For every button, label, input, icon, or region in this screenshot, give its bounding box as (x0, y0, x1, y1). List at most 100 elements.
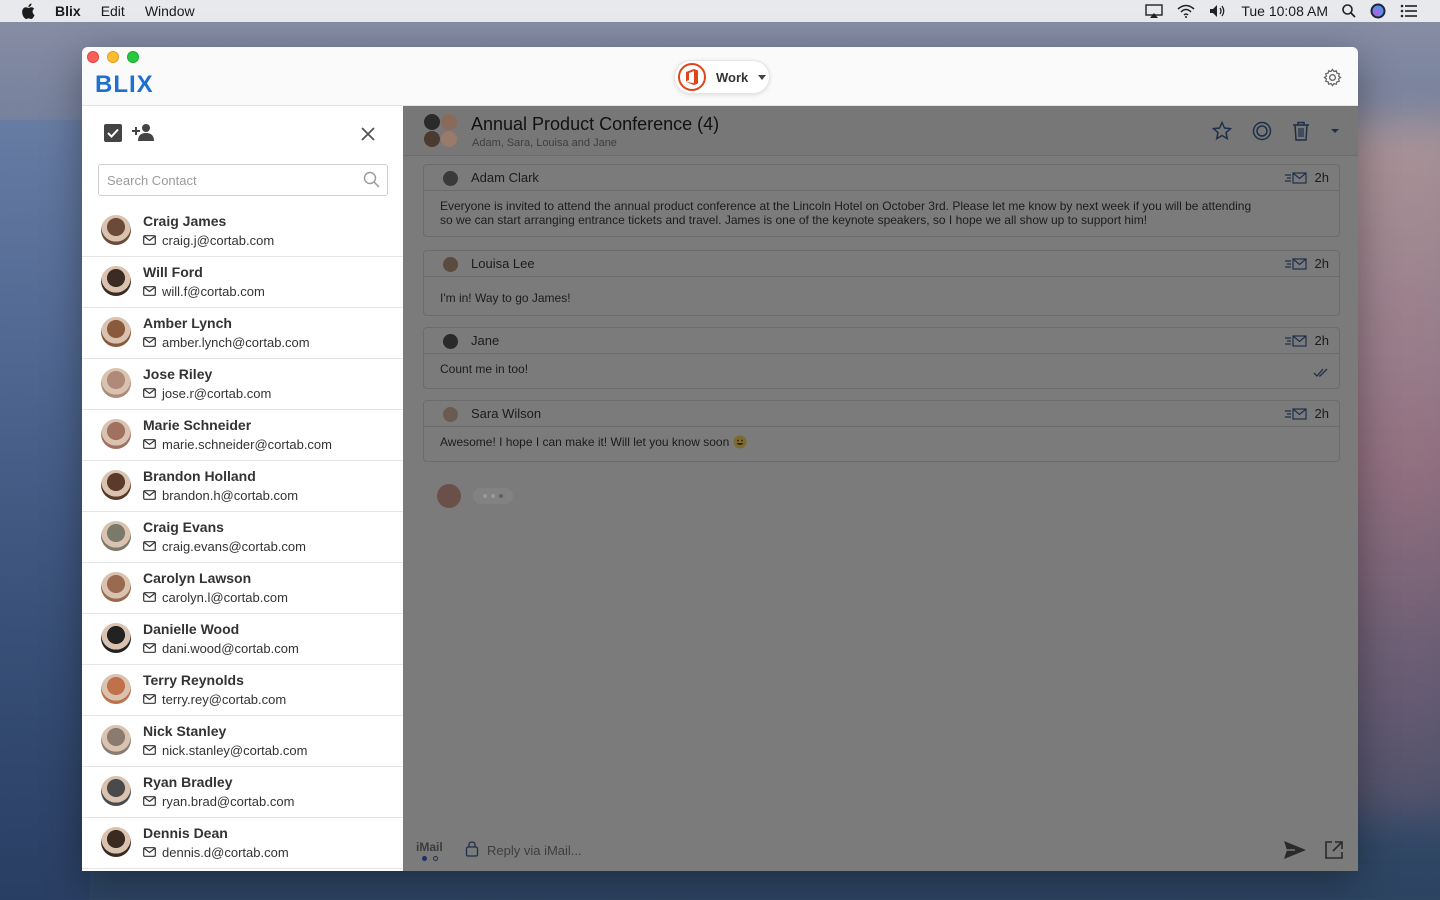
avatar (443, 171, 458, 186)
group-avatar (424, 114, 458, 148)
mail-icon (143, 490, 156, 500)
clock[interactable]: Tue 10:08 AM (1241, 3, 1328, 19)
message-card[interactable]: Louisa Lee 2h I'm in! Way to go James! (423, 250, 1340, 316)
close-window-button[interactable] (87, 51, 99, 63)
message-body: Awesome! I hope I can make it! Will let … (424, 427, 1339, 459)
message-card[interactable]: Jane 2h Count me in too! (423, 327, 1340, 389)
channel-pager (422, 856, 438, 861)
contact-email: dennis.d@cortab.com (162, 845, 289, 860)
notification-center-icon[interactable] (1400, 4, 1418, 18)
mail-icon (143, 439, 156, 449)
menu-window[interactable]: Window (145, 3, 195, 19)
message-time: 2h (1314, 170, 1329, 185)
volume-icon[interactable] (1209, 4, 1227, 18)
message-sender: Adam Clark (471, 170, 539, 185)
menu-bar: Blix Edit Window Tue 10:08 AM (0, 0, 1440, 22)
reply-channel-label[interactable]: iMail (416, 840, 443, 854)
wifi-icon[interactable] (1177, 4, 1195, 18)
contact-list-item[interactable]: Terry Reynolds terry.rey@cortab.com (82, 665, 403, 716)
contact-list-item[interactable]: Dennis Dean dennis.d@cortab.com (82, 818, 403, 869)
contact-name: Dennis Dean (143, 825, 228, 841)
app-logo: BLIX (95, 71, 154, 98)
thread-header: Annual Product Conference (4) Adam, Sara… (403, 106, 1358, 156)
reply-input[interactable] (487, 839, 1187, 861)
avatar (101, 317, 131, 347)
contact-list-item[interactable]: Carolyn Lawson carolyn.l@cortab.com (82, 563, 403, 614)
contact-name: Craig James (143, 213, 227, 229)
contact-list-item[interactable]: Brandon Holland brandon.h@cortab.com (82, 461, 403, 512)
contact-search (98, 164, 388, 196)
grinning-emoji-icon (733, 435, 747, 449)
star-icon[interactable] (1212, 121, 1232, 141)
sent-mail-icon (1284, 171, 1307, 184)
message-time: 2h (1314, 406, 1329, 421)
conversation-pane: Annual Product Conference (4) Adam, Sara… (403, 106, 1358, 871)
contact-list-item[interactable]: Danielle Wood dani.wood@cortab.com (82, 614, 403, 665)
contact-list-item[interactable]: Amber Lynch amber.lynch@cortab.com (82, 308, 403, 359)
zoom-window-button[interactable] (127, 51, 139, 63)
apple-icon[interactable] (21, 3, 35, 19)
contact-name: Ryan Bradley (143, 774, 233, 790)
message-card[interactable]: Adam Clark 2h Everyone is invited to att… (423, 164, 1340, 237)
search-icon[interactable] (363, 171, 381, 189)
thread-actions (1212, 121, 1340, 141)
thread-participants: Adam, Sara, Louisa and Jane (472, 137, 617, 149)
avatar (101, 419, 131, 449)
contact-name: Danielle Wood (143, 621, 240, 637)
contact-list-item[interactable]: Jose Riley jose.r@cortab.com (82, 359, 403, 410)
message-text: Count me in too! (440, 362, 529, 376)
avatar (437, 484, 461, 508)
trash-icon[interactable] (1292, 121, 1310, 141)
mail-icon (143, 745, 156, 755)
send-icon[interactable] (1283, 840, 1307, 860)
close-icon[interactable] (361, 127, 375, 141)
avatar (101, 725, 131, 755)
contact-list-item[interactable]: Nick Stanley nick.stanley@cortab.com (82, 716, 403, 767)
gear-icon[interactable] (1323, 68, 1342, 87)
message-body: I'm in! Way to go James! (424, 277, 1339, 315)
contact-list-item[interactable]: Ryan Bradley ryan.brad@cortab.com (82, 767, 403, 818)
mail-icon (143, 643, 156, 653)
add-contact-icon[interactable] (132, 123, 156, 141)
message-meta: 2h (1284, 333, 1329, 348)
message-time: 2h (1314, 333, 1329, 348)
expand-compose-icon[interactable] (1324, 840, 1344, 860)
account-switcher[interactable]: Work (674, 60, 770, 94)
contact-email: craig.evans@cortab.com (162, 539, 306, 554)
reply-bar: iMail (403, 831, 1358, 871)
mark-done-icon[interactable] (1252, 121, 1272, 141)
minimize-window-button[interactable] (107, 51, 119, 63)
contact-name: Jose Riley (143, 366, 213, 382)
account-label: Work (716, 69, 749, 85)
contact-email: terry.rey@cortab.com (162, 692, 287, 707)
message-text: I'm in! Way to go James! (440, 291, 571, 305)
contact-list-item[interactable]: Will Ford will.f@cortab.com (82, 257, 403, 308)
avatar (101, 215, 131, 245)
message-sender: Jane (471, 333, 500, 348)
contact-list-item[interactable]: Craig Evans craig.evans@cortab.com (82, 512, 403, 563)
menu-edit[interactable]: Edit (101, 3, 125, 19)
message-card[interactable]: Sara Wilson 2h Awesome! I hope I can mak… (423, 400, 1340, 462)
mail-icon (143, 694, 156, 704)
contact-email: will.f@cortab.com (162, 284, 265, 299)
select-all-checkbox-icon[interactable] (104, 124, 122, 142)
mail-icon (143, 847, 156, 857)
siri-icon[interactable] (1370, 3, 1386, 19)
search-input[interactable] (99, 165, 349, 195)
contact-list-item[interactable]: Marie Schneider marie.schneider@cortab.co… (82, 410, 403, 461)
contact-email: craig.j@cortab.com (162, 233, 275, 248)
app-window: BLIX Work Craig James craig.j@cortab.com W… (82, 47, 1358, 871)
avatar (443, 334, 458, 349)
chevron-down-icon[interactable] (1330, 127, 1340, 135)
airplay-icon[interactable] (1145, 4, 1164, 18)
contact-name: Craig Evans (143, 519, 224, 535)
contact-email: ryan.brad@cortab.com (162, 794, 295, 809)
contact-name: Amber Lynch (143, 315, 232, 331)
message-text: Everyone is invited to attend the annual… (440, 199, 1252, 213)
avatar (101, 674, 131, 704)
menu-app-name[interactable]: Blix (55, 3, 81, 19)
contact-list-item[interactable]: Craig James craig.j@cortab.com (82, 206, 403, 257)
spotlight-search-icon[interactable] (1342, 4, 1356, 18)
mail-icon (143, 235, 156, 245)
avatar (101, 470, 131, 500)
